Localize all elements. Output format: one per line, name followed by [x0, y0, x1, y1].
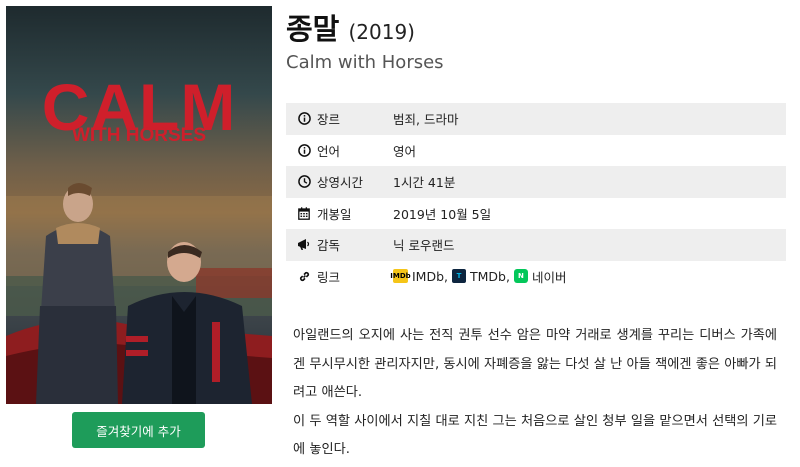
link-icon — [297, 269, 311, 283]
megaphone-icon — [297, 238, 311, 252]
info-value: 범죄, 드라마 — [393, 112, 459, 128]
info-row-director: 감독 닉 로우랜드 — [286, 229, 786, 261]
title-english: Calm with Horses — [286, 52, 444, 73]
info-row-runtime: 상영시간 1시간 41분 — [286, 166, 786, 198]
poster-artwork — [6, 183, 272, 404]
movie-title: 종말 (2019) — [286, 6, 415, 48]
movie-poster: CALM WITH HORSES — [6, 6, 272, 404]
title-korean: 종말 — [286, 12, 340, 46]
info-row-links: 링크 IMDb IMDb, T TMDb, N 네이버 — [286, 260, 786, 292]
info-icon — [297, 143, 311, 157]
info-label: 장르 — [317, 112, 341, 128]
info-label: 상영시간 — [317, 175, 364, 191]
info-label: 감독 — [317, 238, 341, 254]
links-list: IMDb IMDb, T TMDb, N 네이버 — [390, 267, 571, 286]
synopsis-paragraph: 이 두 역할 사이에서 지칠 대로 지친 그는 처음으로 살인 청부 일을 맡으… — [293, 413, 777, 458]
info-label: 언어 — [317, 143, 341, 159]
tmdb-link[interactable]: T TMDb, — [452, 269, 510, 284]
imdb-icon: IMDb — [390, 269, 411, 284]
info-value: 영어 — [393, 143, 417, 159]
calendar-icon — [297, 206, 311, 220]
info-row-release: 개봉일 2019년 10월 5일 — [286, 197, 786, 229]
info-value: 2019년 10월 5일 — [393, 206, 492, 222]
add-favorite-button[interactable]: 즐겨찾기에 추가 — [72, 412, 205, 448]
synopsis: 아일랜드의 오지에 사는 전직 권투 선수 암은 마약 거래로 생계를 꾸리는 … — [293, 322, 777, 465]
naver-icon: N — [513, 269, 528, 284]
info-row-language: 언어 영어 — [286, 134, 786, 166]
imdb-link[interactable]: IMDb IMDb, — [390, 269, 448, 284]
clock-icon — [297, 175, 311, 189]
poster-subtitle: WITH HORSES — [71, 125, 207, 146]
info-label: 링크 — [317, 269, 341, 285]
info-value: 1시간 41분 — [393, 175, 456, 191]
info-table: 장르 범죄, 드라마 언어 영어 상영시간 1시간 41분 개봉일 2019년 … — [286, 103, 786, 292]
title-year: (2019) — [348, 20, 415, 44]
naver-link[interactable]: N 네이버 — [513, 267, 567, 286]
synopsis-paragraph: 아일랜드의 오지에 사는 전직 권투 선수 암은 마약 거래로 생계를 꾸리는 … — [293, 328, 777, 401]
info-label: 개봉일 — [317, 206, 352, 222]
tmdb-icon: T — [452, 269, 467, 284]
info-value: 닉 로우랜드 — [393, 238, 455, 254]
info-row-genre: 장르 범죄, 드라마 — [286, 103, 786, 135]
info-icon — [297, 112, 311, 126]
